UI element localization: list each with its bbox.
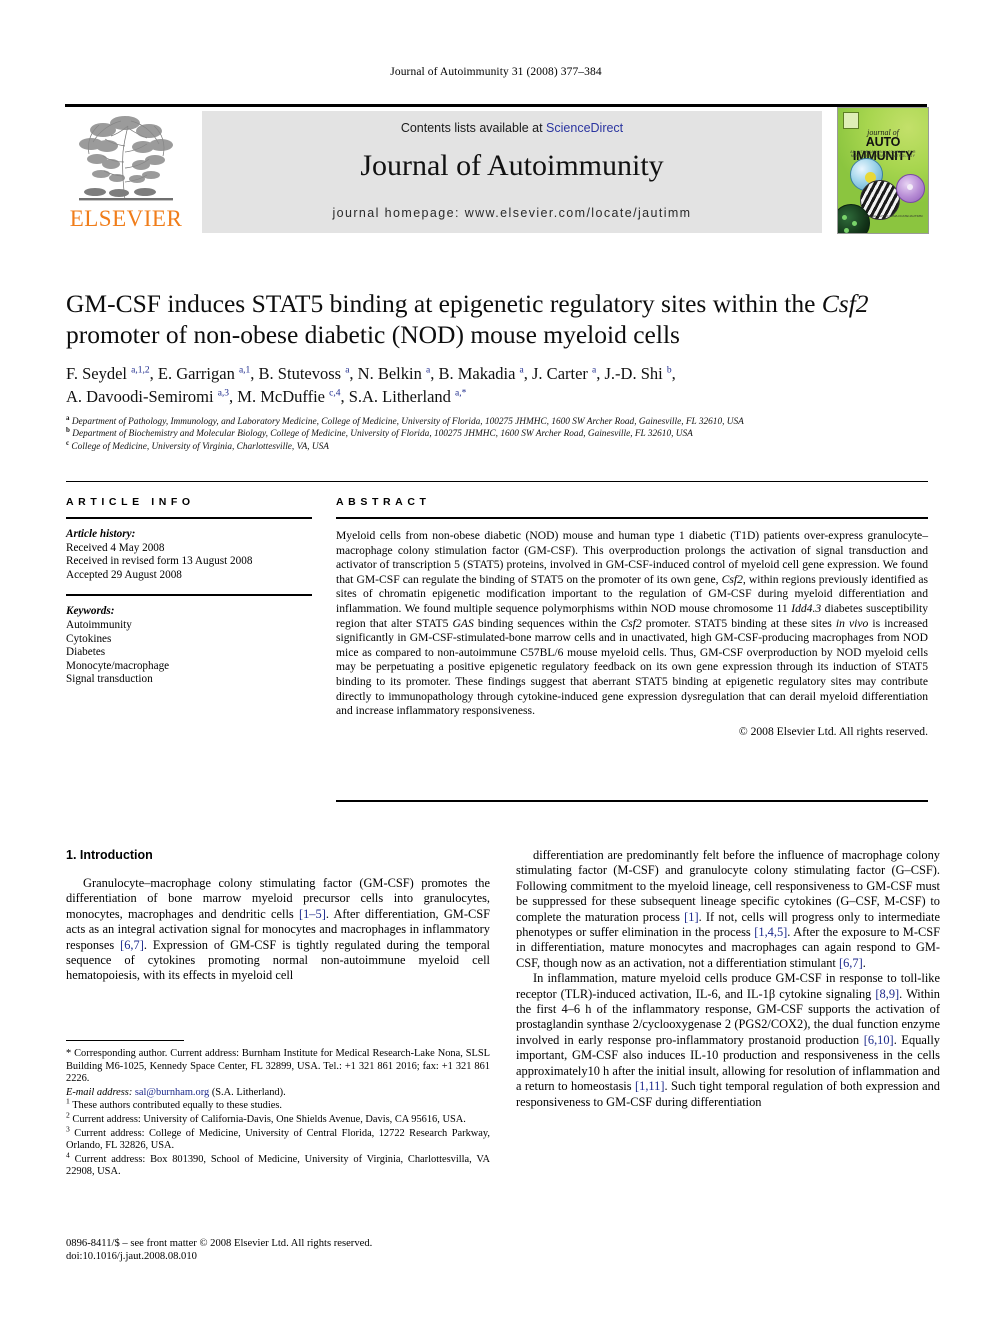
email-address-link[interactable]: sal@burnham.org [135, 1087, 209, 1098]
article-info-separator [66, 594, 312, 597]
article-info-rule [66, 517, 312, 519]
cover-subtitle-label: AN INTERNATIONAL JOURNAL FOR MOLECULAR I… [850, 150, 916, 158]
affiliation-c: c College of Medicine, University of Vir… [66, 438, 329, 452]
email-address-label: E-mail address: [66, 1086, 133, 1098]
journal-article-page: Journal of Autoimmunity 31 (2008) 377–38… [0, 0, 992, 1323]
body-paragraph: differentiation are predominantly felt b… [516, 848, 941, 970]
article-info-column: ARTICLE INFO Article history: Received 4… [66, 496, 312, 687]
keyword-item: Cytokines [66, 632, 112, 645]
history-item: Received in revised form 13 August 2008 [66, 555, 253, 568]
affiliation-list: a Department of Pathology, Immunology, a… [66, 413, 928, 453]
history-item: Accepted 29 August 2008 [66, 568, 182, 581]
keyword-item: Diabetes [66, 646, 106, 659]
elsevier-tree-icon [73, 112, 179, 204]
body-paragraph: In inflammation, mature myeloid cells pr… [516, 971, 941, 1109]
cover-title-label: AUTO IMMUNITY [852, 135, 914, 163]
article-history-group: Article history: Received 4 May 2008 Rec… [66, 528, 312, 582]
footnote-corresponding-author: * Corresponding author. Current address:… [66, 1048, 490, 1085]
journal-homepage-link[interactable]: journal homepage: www.elsevier.com/locat… [202, 206, 822, 220]
keywords-label: Keywords: [66, 605, 115, 618]
imprint-doi-line: doi:10.1016/j.jaut.2008.08.010 [66, 1251, 197, 1262]
author-line-1: F. Seydel a,1,2, E. Garrigan a,1, B. Stu… [66, 364, 676, 383]
footnote-1: 1 These authors contributed equally to t… [66, 1096, 282, 1112]
masthead-top-rule [65, 104, 927, 107]
imprint-issn-line: 0896-8411/$ – see front matter © 2008 El… [66, 1238, 373, 1249]
history-item: Received 4 May 2008 [66, 541, 165, 554]
title-gene-name: Csf2 [821, 289, 869, 318]
footnote-area: * Corresponding author. Current address:… [66, 1040, 490, 1180]
abstract-column: ABSTRACT Myeloid cells from non-obese di… [336, 496, 928, 738]
footnote-2: 2 Current address: University of Califor… [66, 1110, 466, 1125]
article-history-label: Article history: [66, 528, 136, 540]
section-heading-introduction: 1. Introduction [66, 848, 153, 862]
cover-elsevier-mark-icon [843, 112, 859, 129]
keyword-item: Monocyte/macrophage [66, 659, 170, 672]
body-paragraph: Granulocyte–macrophage colony stimulatin… [66, 876, 490, 983]
keyword-item: Signal transduction [66, 673, 153, 686]
footnote-3: 3 Current address: College of Medicine, … [66, 1124, 490, 1152]
journal-title: Journal of Autoimmunity [360, 149, 664, 182]
footnote-divider [66, 1040, 184, 1041]
footnote-email: E-mail address: sal@burnham.org (S.A. Li… [66, 1087, 490, 1100]
journal-masthead: ELSEVIER Contents lists available at Sci… [65, 104, 929, 234]
journal-banner: Contents lists available at ScienceDirec… [202, 111, 822, 233]
imprint-block: 0896-8411/$ – see front matter © 2008 El… [66, 1237, 490, 1263]
affiliation-a: a Department of Pathology, Immunology, a… [66, 413, 744, 427]
elsevier-logo: ELSEVIER [65, 110, 187, 234]
body-column-right: differentiation are predominantly felt b… [516, 848, 940, 1110]
author-line-2: A. Davoodi-Semiromi a,3, M. McDuffie c,4… [66, 387, 467, 406]
abstract-rule [336, 517, 928, 519]
title-text-part2: promoter of non-obese diabetic (NOD) mou… [66, 320, 680, 349]
running-head: Journal of Autoimmunity 31 (2008) 377–38… [390, 66, 602, 78]
journal-cover-thumbnail[interactable]: journal of AUTO IMMUNITY AN INTERNATIONA… [837, 107, 929, 234]
abstract-bottom-rule [336, 800, 928, 802]
cover-cell-purple-icon [896, 174, 925, 203]
article-info-heading: ARTICLE INFO [66, 496, 195, 508]
elsevier-wordmark: ELSEVIER [69, 206, 183, 231]
keyword-item: Autoimmunity [66, 618, 132, 631]
footnote-4: 4 Current address: Box 801390, School of… [66, 1150, 490, 1178]
affiliation-b: b Department of Biochemistry and Molecul… [66, 426, 693, 440]
title-block: GM-CSF induces STAT5 binding at epigenet… [66, 288, 928, 453]
page-title: GM-CSF induces STAT5 binding at epigenet… [66, 288, 928, 350]
abstract-copyright: © 2008 Elsevier Ltd. All rights reserved… [738, 724, 928, 738]
contents-prefix-text: Contents lists available at [400, 121, 547, 135]
author-list: F. Seydel a,1,2, E. Garrigan a,1, B. Stu… [66, 362, 928, 408]
email-address-owner: (S.A. Litherland). [211, 1086, 286, 1098]
sciencedirect-link[interactable]: ScienceDirect [546, 121, 623, 135]
body-column-left: 1. Introduction Granulocyte–macrophage c… [66, 848, 490, 984]
cover-footer-label: WWW.ELSEVIER.COM/LOCATE/JAUTIMM [864, 214, 923, 218]
contents-available-line: Contents lists available at ScienceDirec… [202, 121, 822, 135]
title-text-part1: GM-CSF induces STAT5 binding at epigenet… [66, 289, 822, 318]
info-section-top-rule [66, 481, 928, 482]
abstract-body: Myeloid cells from non-obese diabetic (N… [336, 529, 929, 718]
abstract-heading: ABSTRACT [336, 496, 431, 508]
keywords-group: Keywords: Autoimmunity Cytokines Diabete… [66, 605, 312, 687]
cover-artwork: journal of AUTO IMMUNITY AN INTERNATIONA… [838, 108, 928, 233]
